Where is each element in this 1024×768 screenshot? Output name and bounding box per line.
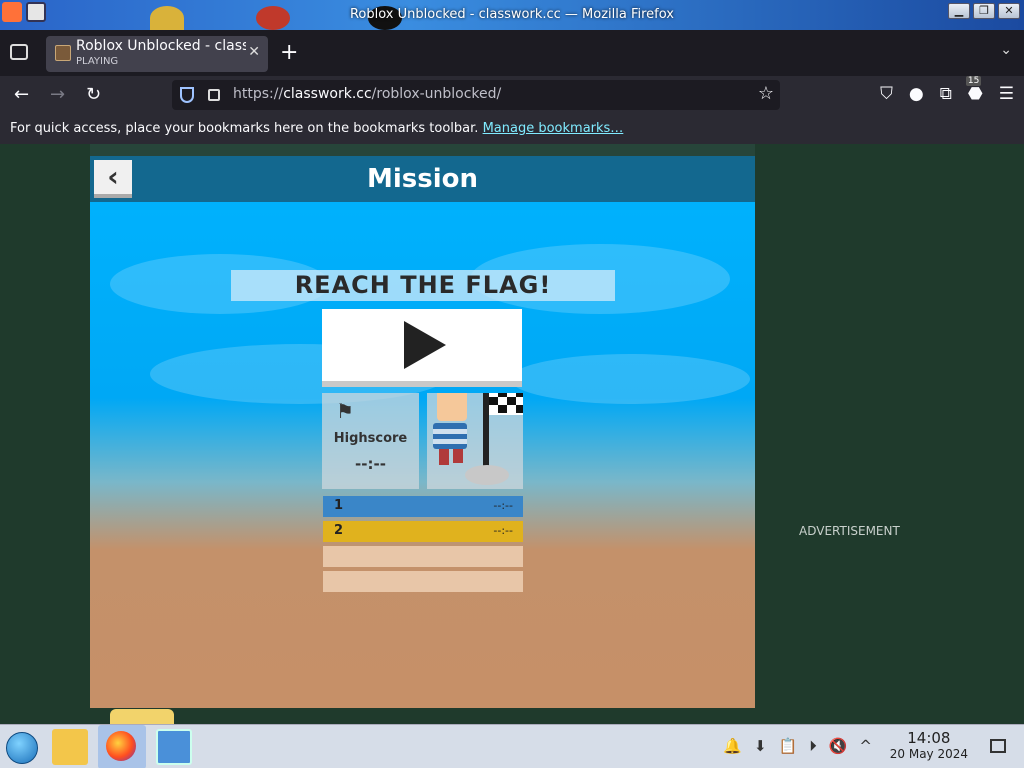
extensions-puzzle-icon[interactable]: ⧉	[940, 84, 952, 104]
mascot-peek-image	[110, 709, 174, 725]
system-tray: 🔔 ⬇ 📋 ⏵ 🔇 ^	[723, 737, 872, 755]
list-all-tabs-chevron-icon[interactable]: ⌄	[1000, 42, 1012, 58]
bookmarks-toolbar-message: For quick access, place your bookmarks h…	[10, 121, 479, 136]
account-icon[interactable]: ●	[909, 84, 924, 104]
volume-muted-icon[interactable]: 🔇	[829, 737, 848, 755]
leaderboard-row	[323, 546, 523, 567]
toolbar-right-icons: ⛉ ● ⧉ ⬣ 15 ☰	[880, 76, 1014, 104]
leaderboard-time: --:--	[493, 499, 513, 512]
character-flag-illustration	[433, 381, 533, 485]
tab-list-icon[interactable]	[10, 44, 28, 60]
tab-roblox-unblocked[interactable]: Roblox Unblocked - class PLAYING ✕	[46, 36, 268, 72]
padlock-icon[interactable]	[208, 89, 220, 101]
window-controls: ▁ ❐ ✕	[948, 3, 1020, 19]
show-desktop-icon[interactable]	[990, 739, 1006, 753]
clock-time: 14:08	[907, 729, 951, 747]
tab-title: Roblox Unblocked - class	[76, 38, 246, 54]
mission-title: Mission	[366, 164, 479, 194]
window-title-bar: Roblox Unblocked - classwork.cc — Mozill…	[0, 0, 1024, 30]
system-settings-icon[interactable]	[156, 729, 192, 765]
maximize-button[interactable]: ❐	[973, 3, 995, 19]
tray-expand-chevron-icon[interactable]: ^	[859, 737, 872, 755]
manage-bookmarks-link[interactable]: Manage bookmarks…	[483, 121, 624, 136]
leaderboard-row: 2 --:--	[323, 521, 523, 542]
cloud	[510, 354, 750, 404]
clock-date: 20 May 2024	[889, 747, 968, 761]
start-menu-orb-icon[interactable]	[6, 732, 38, 764]
extension-badge-count: 15	[965, 76, 982, 86]
leaderboard-row: 1 --:--	[323, 496, 523, 517]
firefox-taskbar-button[interactable]	[98, 725, 146, 768]
back-arrow-icon[interactable]: ←	[14, 84, 29, 105]
game-canvas[interactable]: ‹ Mission REACH THE FLAG! ⚑ Highscore --…	[90, 144, 755, 708]
web-page: ‹ Mission REACH THE FLAG! ⚑ Highscore --…	[0, 144, 1024, 725]
tracking-protection-shield-icon[interactable]	[180, 87, 194, 103]
url-domain: classwork.cc	[283, 86, 372, 102]
highscore-card: ⚑ Highscore --:--	[322, 393, 419, 489]
clipboard-icon[interactable]: 📋	[779, 737, 798, 755]
page-header-strip	[90, 144, 755, 156]
taskbar-clock[interactable]: 14:08 20 May 2024	[890, 729, 968, 761]
leaderboard-rank: 2	[334, 523, 344, 538]
leaderboard-time: --:--	[493, 524, 513, 537]
tab-audio-status: PLAYING	[76, 56, 119, 67]
play-button[interactable]	[322, 309, 522, 387]
window-title: Roblox Unblocked - classwork.cc — Mozill…	[349, 7, 674, 22]
url-text[interactable]: https://classwork.cc/roblox-unblocked/	[233, 86, 501, 102]
new-tab-button[interactable]: +	[280, 40, 298, 65]
url-prefix: https://	[233, 86, 284, 102]
leaderboard-rank: 1	[334, 498, 344, 513]
close-button[interactable]: ✕	[998, 3, 1020, 19]
file-manager-folder-icon[interactable]	[52, 729, 88, 765]
play-icon	[404, 321, 446, 369]
navigation-toolbar: ← → ↻ https://classwork.cc/roblox-unbloc…	[0, 76, 1024, 116]
minimize-button[interactable]: ▁	[948, 3, 970, 19]
forward-arrow-icon[interactable]: →	[50, 84, 65, 105]
highscore-value: --:--	[355, 455, 386, 473]
ublock-extension-icon[interactable]: ⬣ 15	[965, 76, 983, 104]
update-notifier-icon[interactable]: ⬇	[754, 737, 767, 755]
site-favicon-icon	[55, 45, 71, 61]
bookmark-star-icon[interactable]: ☆	[758, 83, 774, 104]
character-with-flag-card	[427, 381, 533, 489]
tab-bar: Roblox Unblocked - class PLAYING ✕ + ⌄	[0, 30, 1024, 76]
leaderboard-row	[323, 571, 523, 592]
pocket-icon[interactable]: ⛉	[880, 84, 893, 104]
bookmarks-toolbar: For quick access, place your bookmarks h…	[0, 116, 1024, 144]
reload-icon[interactable]: ↻	[86, 84, 101, 105]
hamburger-menu-icon[interactable]: ☰	[999, 84, 1014, 104]
mission-goal-banner: REACH THE FLAG!	[231, 270, 615, 301]
url-path: /roblox-unblocked/	[371, 86, 502, 102]
taskbar: 🔔 ⬇ 📋 ⏵ 🔇 ^ 14:08 20 May 2024	[0, 724, 1024, 768]
firefox-icon	[106, 731, 136, 761]
checkered-flag-icon	[489, 381, 533, 415]
flag-icon: ⚑	[336, 399, 354, 423]
highscore-label: Highscore	[333, 431, 408, 446]
advertisement-label: ADVERTISEMENT	[799, 524, 900, 538]
tab-close-icon[interactable]: ✕	[248, 44, 260, 60]
media-player-icon[interactable]: ⏵	[809, 737, 817, 755]
address-bar[interactable]: https://classwork.cc/roblox-unblocked/ ☆	[172, 80, 780, 110]
notifications-bell-icon[interactable]: 🔔	[723, 737, 742, 755]
